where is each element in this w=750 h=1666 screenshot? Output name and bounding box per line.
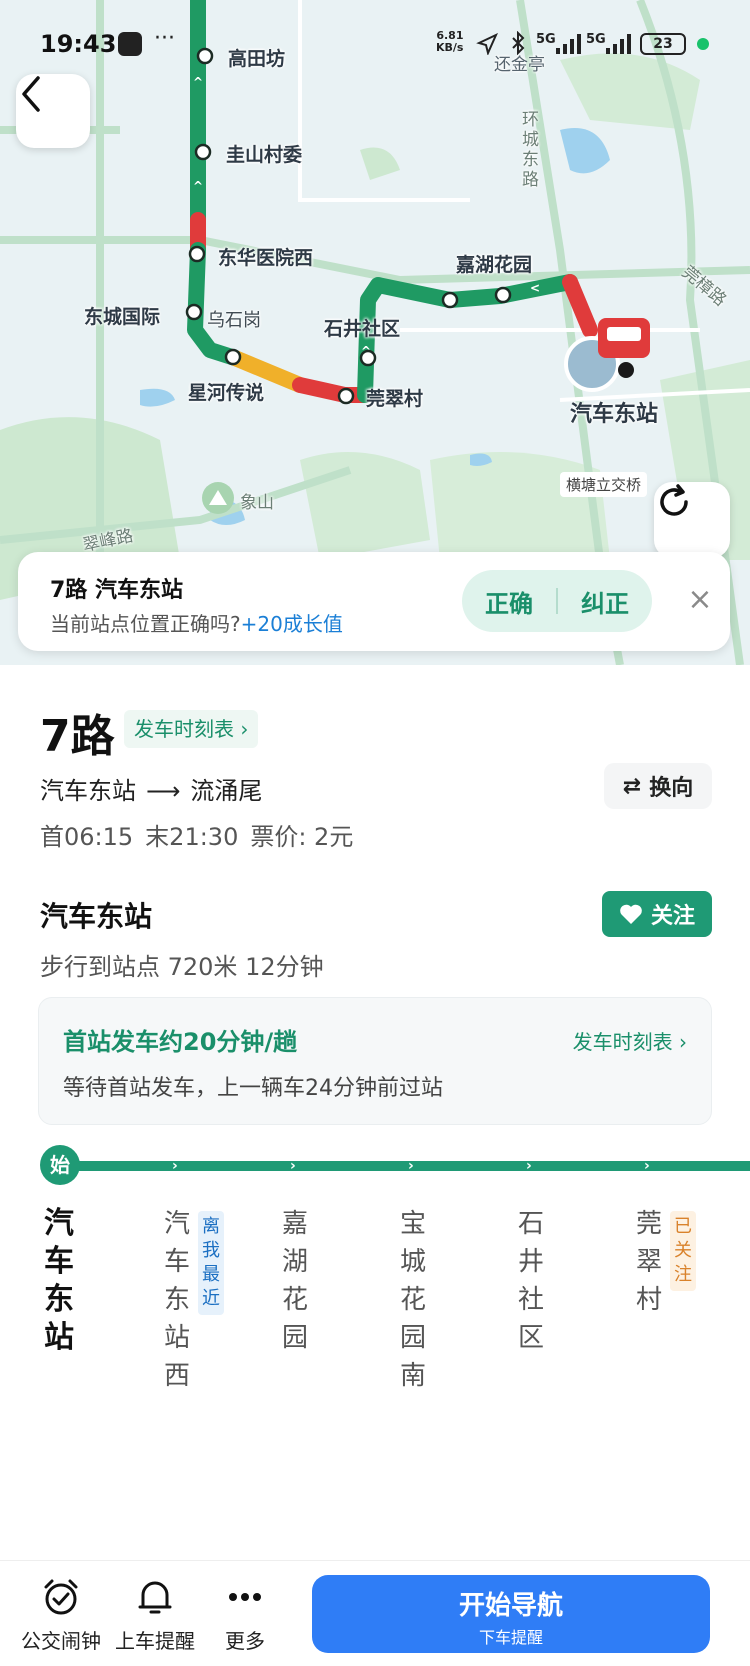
map-label-xiangshan: 象山 <box>240 493 274 513</box>
location-confirm-card: 7路 汽车东站 当前站点位置正确吗?+20成长值 正确 纠正 × <box>18 552 730 651</box>
growth-bonus: +20成长值 <box>240 612 343 636</box>
refresh-icon <box>660 484 688 516</box>
chevron-right-icon: › <box>526 1158 532 1174</box>
route-map[interactable]: ^ ^ ^ < <box>0 0 750 665</box>
refresh-button[interactable] <box>654 482 730 558</box>
dispatch-headline: 首站发车约20分钟/趟 <box>63 1028 298 1056</box>
fix-button[interactable]: 纠正 <box>558 584 652 619</box>
walk-info: 步行到站点 720米 12分钟 <box>40 953 324 981</box>
alight-reminder-label: 下车提醒 <box>478 1628 543 1647</box>
bus-alarm-button[interactable]: 公交闹钟 <box>16 1575 106 1654</box>
chevron-right-icon: › <box>644 1158 650 1174</box>
more-label: 更多 <box>225 1629 265 1653</box>
heart-icon <box>620 904 642 924</box>
start-badge: 始 <box>40 1145 80 1185</box>
route-name: 7路 <box>40 711 115 762</box>
follow-button[interactable]: 关注 <box>602 891 712 937</box>
confirm-card-question: 当前站点位置正确吗?+20成长值 <box>50 612 343 636</box>
bottom-action-bar: 公交闹钟 上车提醒 更多 开始导航 下车提醒 <box>0 1560 750 1666</box>
app-notification-icon <box>118 32 142 56</box>
chevron-left-icon <box>22 76 40 112</box>
close-icon[interactable]: × <box>682 582 718 618</box>
map-label-xinghe: 星河传说 <box>188 382 265 404</box>
map-label-jiahu: 嘉湖花园 <box>456 254 533 276</box>
swap-icon: ⇄ <box>622 773 642 799</box>
back-button[interactable] <box>16 74 90 148</box>
more-dots-icon <box>229 1593 261 1601</box>
location-arrow-icon <box>476 33 498 55</box>
direction-arrow-icon: ⟶ <box>146 777 181 805</box>
map-label-guancui: 莞翠村 <box>366 388 424 410</box>
map-label-huancheng-road: 环城东路 <box>522 110 539 190</box>
correct-button[interactable]: 正确 <box>462 584 556 619</box>
stop-item[interactable]: 汽车东站 <box>44 1205 74 1357</box>
alarm-clock-icon <box>44 1579 78 1615</box>
signal-bars-1-icon <box>556 34 581 54</box>
map-label-hengtang: 横塘立交桥 <box>560 472 648 497</box>
confirm-choice-group: 正确 纠正 <box>462 570 652 632</box>
network-speed: 6.81 KB/s <box>436 29 464 54</box>
swap-direction-button[interactable]: ⇄ 换向 <box>604 763 712 809</box>
bluetooth-icon <box>512 31 525 55</box>
nearest-tag: 离我最近 <box>198 1211 224 1315</box>
map-label-wushigang: 乌石岗 <box>207 310 261 331</box>
route-from: 汽车东站 <box>40 777 136 805</box>
privacy-dot-icon <box>697 38 709 50</box>
svg-text:^: ^ <box>193 179 203 193</box>
first-bus-time: 首06:15 <box>40 823 134 851</box>
stop-item[interactable]: 嘉湖花园 <box>280 1205 310 1357</box>
dispatch-timetable-link[interactable]: 发车时刻表 › <box>573 1026 687 1055</box>
map-label-dongcheng: 东城国际 <box>84 306 161 328</box>
dispatch-info-box: 首站发车约20分钟/趟 发车时刻表 › 等待首站发车，上一辆车24分钟前过站 <box>38 997 712 1125</box>
chevron-right-icon: › <box>408 1158 414 1174</box>
status-time: 19:43 <box>40 30 117 58</box>
signal-2-label: 5G <box>586 32 606 47</box>
stop-item[interactable]: 莞翠村 <box>634 1205 664 1319</box>
signal-bars-2-icon <box>606 34 631 54</box>
map-label-zhushan: 圭山村委 <box>226 144 303 166</box>
fare: 票价: 2元 <box>250 823 354 851</box>
map-label-shijing: 石井社区 <box>324 318 401 340</box>
last-bus-time: 末21:30 <box>145 823 239 851</box>
start-navigation-label: 开始导航 <box>458 1591 563 1621</box>
follow-label: 关注 <box>650 904 695 929</box>
more-notifications-icon: ··· <box>154 26 175 51</box>
map-label-station: 汽车东站 <box>570 402 659 427</box>
more-button[interactable]: 更多 <box>200 1575 290 1654</box>
chevron-right-icon: › <box>172 1158 178 1174</box>
bell-icon <box>138 1581 172 1614</box>
timetable-link[interactable]: 发车时刻表 › <box>124 710 259 748</box>
status-bar: 19:43 ··· 6.81 KB/s 5G 5G 23 <box>0 0 750 88</box>
bus-route-screen: ^ ^ ^ < <box>0 0 750 1666</box>
followed-tag: 已关注 <box>670 1211 696 1291</box>
confirm-card-title: 7路 汽车东站 <box>50 578 183 603</box>
stop-name: 汽车东站 <box>40 900 153 933</box>
route-direction: 汽车东站 ⟶ 流涌尾 <box>40 771 262 806</box>
stop-item[interactable]: 宝城花园南 <box>398 1205 428 1395</box>
swap-label: 换向 <box>649 776 694 801</box>
bus-alarm-label: 公交闹钟 <box>21 1629 101 1653</box>
signal-1-label: 5G <box>536 32 556 47</box>
route-to: 流涌尾 <box>190 777 263 805</box>
stop-item[interactable]: 石井社区 <box>516 1205 546 1357</box>
boarding-reminder-button[interactable]: 上车提醒 <box>110 1575 200 1654</box>
svg-text:<: < <box>530 281 540 295</box>
stop-item[interactable]: 汽车东站西 <box>162 1205 192 1395</box>
dispatch-detail: 等待首站发车，上一辆车24分钟前过站 <box>63 1076 443 1101</box>
map-label-donghua: 东华医院西 <box>218 247 314 269</box>
chevron-right-icon: › <box>290 1158 296 1174</box>
service-hours: 首06:15 末21:30 票价: 2元 <box>40 817 365 852</box>
battery-indicator: 23 <box>640 33 686 55</box>
boarding-reminder-label: 上车提醒 <box>115 1629 195 1653</box>
start-navigation-button[interactable]: 开始导航 下车提醒 <box>312 1575 710 1653</box>
route-detail-panel: 7路 发车时刻表 › 汽车东站 ⟶ 流涌尾 ⇄ 换向 首06:15 末21:30 票价:… <box>0 665 750 1560</box>
